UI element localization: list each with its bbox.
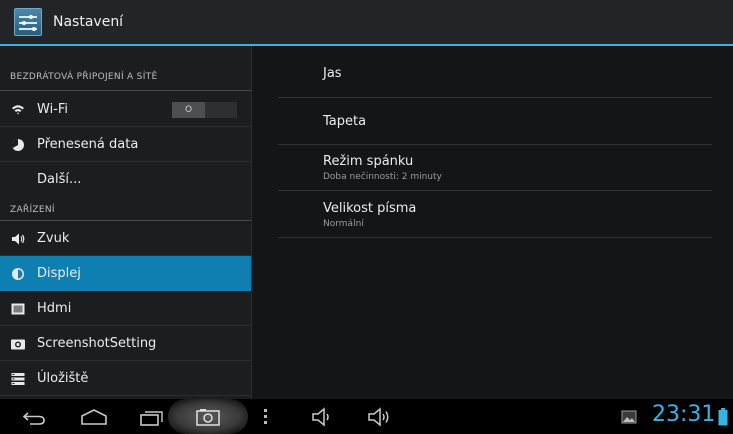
- hdmi-icon: [11, 303, 25, 315]
- status-clock: 23:31: [652, 402, 716, 427]
- volume-up-icon[interactable]: [366, 405, 394, 429]
- pref-divider: [278, 237, 712, 238]
- brightness-icon: [12, 268, 24, 280]
- sidebar-item-label: Hdmi: [37, 301, 72, 316]
- settings-sliders-icon[interactable]: [14, 8, 42, 36]
- sidebar-item-label: Zvuk: [37, 231, 70, 246]
- sidebar-item-hdmi[interactable]: Hdmi: [0, 291, 251, 326]
- volume-down-icon[interactable]: [310, 405, 336, 429]
- pref-sleep[interactable]: Režim spánku Doba nečinnosti: 2 minuty: [278, 145, 712, 190]
- sidebar-item-display[interactable]: Displej: [0, 256, 251, 291]
- image-icon: [621, 410, 637, 424]
- battery-icon: [718, 408, 728, 426]
- home-icon[interactable]: [78, 405, 110, 429]
- sidebar-item-storage[interactable]: Úložiště: [0, 361, 251, 396]
- wifi-toggle[interactable]: O: [172, 102, 237, 118]
- data-usage-icon: [11, 139, 24, 151]
- pref-summary: Normální: [323, 219, 364, 229]
- sidebar-item-label: ScreenshotSetting: [37, 336, 157, 351]
- menu-icon[interactable]: [264, 409, 267, 427]
- pref-title: Tapeta: [323, 114, 367, 129]
- pref-title: Režim spánku: [323, 154, 414, 169]
- speaker-icon: [12, 233, 25, 245]
- sidebar-item-more[interactable]: Další...: [0, 162, 251, 197]
- sidebar-item-screenshot-setting[interactable]: ScreenshotSetting: [0, 326, 251, 361]
- screenshot-icon[interactable]: [193, 405, 223, 429]
- pref-summary: Doba nečinnosti: 2 minuty: [323, 172, 442, 182]
- pref-brightness[interactable]: Jas: [278, 46, 712, 97]
- display-settings-pane: Jas Tapeta Režim spánku Doba nečinnosti:…: [251, 46, 733, 399]
- system-bar: 23:31: [0, 399, 733, 434]
- recent-apps-icon[interactable]: [138, 405, 166, 429]
- wifi-icon: [12, 105, 24, 115]
- sidebar-item-data-usage[interactable]: Přenesená data: [0, 127, 251, 162]
- settings-sidebar: BEZDRÁTOVÁ PŘIPOJENÍ A SÍTĚ Wi-Fi O Přen…: [0, 46, 251, 399]
- sidebar-item-label: Displej: [37, 266, 81, 281]
- sidebar-item-label: Úložiště: [37, 371, 89, 386]
- wifi-toggle-off-label: O: [172, 102, 205, 118]
- pref-font-size[interactable]: Velikost písma Normální: [278, 191, 712, 237]
- back-icon[interactable]: [20, 405, 48, 429]
- sidebar-item-label: Další...: [37, 172, 82, 187]
- app-title: Nastavení: [53, 14, 124, 30]
- pref-title: Jas: [323, 66, 342, 81]
- sidebar-item-wifi[interactable]: Wi-Fi O: [0, 92, 251, 127]
- storage-icon: [11, 373, 25, 385]
- category-header-device: ZAŘÍZENÍ: [10, 205, 55, 215]
- category-header-wireless: BEZDRÁTOVÁ PŘIPOJENÍ A SÍTĚ: [10, 72, 158, 82]
- action-bar: Nastavení: [0, 0, 733, 46]
- sidebar-item-label: Přenesená data: [37, 137, 139, 152]
- camera-icon: [11, 339, 25, 350]
- pref-title: Velikost písma: [323, 201, 417, 216]
- sidebar-item-sound[interactable]: Zvuk: [0, 221, 251, 256]
- category-divider: [0, 90, 251, 91]
- sidebar-item-label: Wi-Fi: [37, 102, 69, 117]
- pref-wallpaper[interactable]: Tapeta: [278, 98, 712, 144]
